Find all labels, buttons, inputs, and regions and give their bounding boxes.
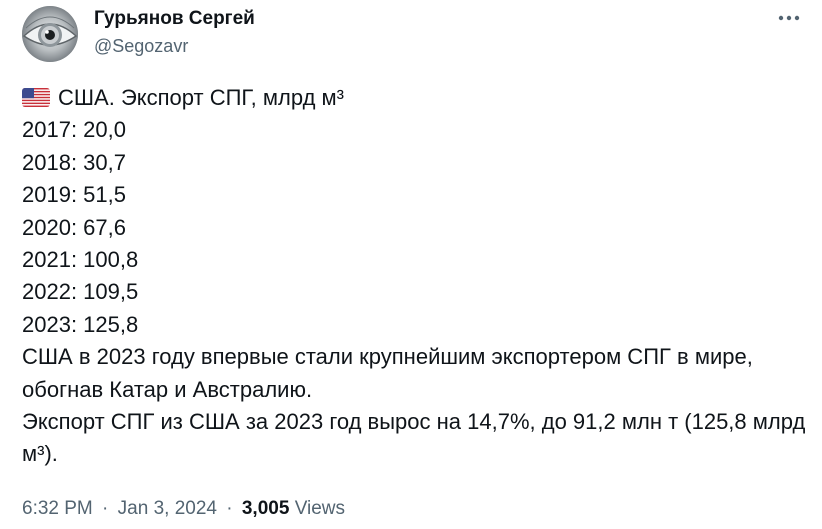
paragraph-1: США в 2023 году впервые стали крупнейшим… xyxy=(22,344,753,402)
author-handle[interactable]: @Segozavr xyxy=(94,36,188,57)
tweet-meta: 6:32 PM · Jan 3, 2024 · 3,005 Views xyxy=(22,498,345,520)
tweet-text: США. Экспорт СПГ, млрд м³ 2017: 20,0 201… xyxy=(22,82,812,471)
tweet-card: Гурьянов Сергей @Segozavr США. Экспорт С… xyxy=(0,0,822,529)
more-options-button[interactable] xyxy=(774,6,804,30)
views-label: Views xyxy=(294,498,346,519)
data-line-2019: 2019: 51,5 xyxy=(22,182,126,208)
views-count: 3,005 xyxy=(241,498,290,519)
data-line-2018: 2018: 30,7 xyxy=(22,149,126,175)
avatar[interactable] xyxy=(22,6,78,62)
data-line-2021: 2021: 100,8 xyxy=(22,247,139,273)
separator: · xyxy=(226,498,233,519)
eye-avatar-image xyxy=(22,6,78,62)
data-line-2020: 2020: 67,6 xyxy=(22,214,126,240)
tweet-date[interactable]: Jan 3, 2024 xyxy=(118,498,217,519)
data-line-2017: 2017: 20,0 xyxy=(22,117,126,143)
author-name[interactable]: Гурьянов Сергей xyxy=(94,8,255,30)
data-line-2022: 2022: 109,5 xyxy=(22,279,139,305)
data-line-2023: 2023: 125,8 xyxy=(22,311,139,337)
paragraph-2: Экспорт СПГ из США за 2023 год вырос на … xyxy=(22,409,806,467)
more-options-icon xyxy=(778,15,800,21)
title-text: США. Экспорт СПГ, млрд м³ xyxy=(58,85,344,110)
separator: · xyxy=(102,498,109,519)
us-flag-icon xyxy=(22,88,50,107)
tweet-time[interactable]: 6:32 PM xyxy=(22,498,93,519)
title-line: США. Экспорт СПГ, млрд м³ xyxy=(22,82,812,114)
